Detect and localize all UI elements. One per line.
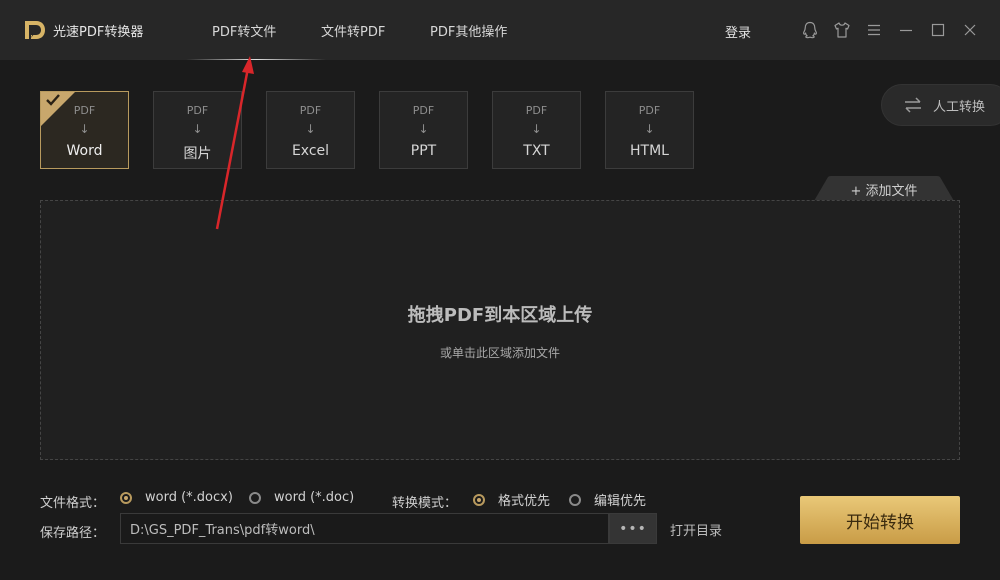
manual-convert-button[interactable]: 人工转换 — [881, 84, 1000, 126]
title-bar: 光速PDF转换器 PDF转文件 文件转PDF PDF其他操作 登录 — [0, 0, 1000, 60]
format-source-label: PDF — [299, 104, 322, 117]
open-directory-link[interactable]: 打开目录 — [670, 520, 722, 539]
file-format-label: 文件格式： — [40, 496, 106, 511]
manual-convert-label: 人工转换 — [933, 99, 986, 115]
format-card-ppt[interactable]: PDF ↓ PPT — [379, 91, 468, 169]
drop-zone[interactable]: 拖拽PDF到本区域上传 或单击此区域添加文件 — [40, 200, 960, 460]
menu-icon[interactable] — [863, 19, 885, 41]
logo-icon — [25, 21, 45, 39]
format-target-label: HTML — [630, 143, 669, 159]
login-link[interactable]: 登录 — [725, 22, 751, 41]
radio-indicator — [120, 491, 132, 504]
radio-indicator — [569, 493, 581, 506]
format-card-image[interactable]: PDF ↓ 图片 — [153, 91, 242, 169]
nav-tab-label: PDF其他操作 — [430, 24, 508, 40]
shirt-icon[interactable] — [831, 19, 853, 41]
radio-indicator — [249, 491, 261, 504]
qq-icon[interactable] — [799, 19, 821, 41]
radio-label: 编辑优先 — [594, 494, 647, 509]
add-file-text: 添加文件 — [865, 184, 918, 199]
radio-label: word (*.doc) — [274, 490, 355, 505]
format-source-label: PDF — [412, 104, 435, 117]
arrow-down-icon: ↓ — [192, 122, 203, 136]
close-icon[interactable] — [959, 19, 981, 41]
radio-doc[interactable]: word (*.doc) — [249, 490, 354, 505]
format-target-label: Excel — [291, 143, 330, 159]
format-source-label: PDF — [638, 104, 661, 117]
radio-label: 格式优先 — [498, 494, 551, 509]
save-path-input[interactable] — [120, 513, 609, 544]
plus-icon: + — [850, 184, 862, 199]
add-file-label: + 添加文件 — [814, 180, 954, 199]
format-source-label: PDF — [186, 104, 209, 117]
browse-button[interactable]: ••• — [609, 513, 657, 544]
format-target-label: PPT — [410, 143, 437, 159]
swap-icon — [902, 94, 924, 116]
format-card-txt[interactable]: PDF ↓ TXT — [492, 91, 581, 169]
format-card-html[interactable]: PDF ↓ HTML — [605, 91, 694, 169]
format-card-word[interactable]: PDF ↓ Word — [40, 91, 129, 169]
nav-tab-label: PDF转文件 — [212, 24, 277, 40]
format-target-label: 图片 — [183, 146, 212, 162]
radio-edit-first[interactable]: 编辑优先 — [569, 490, 646, 509]
arrow-down-icon: ↓ — [531, 122, 542, 136]
nav-active-indicator — [186, 59, 326, 60]
arrow-down-icon: ↓ — [305, 122, 316, 136]
nav-tab-label: 文件转PDF — [321, 24, 386, 40]
format-source-label: PDF — [525, 104, 548, 117]
minimize-icon[interactable] — [895, 19, 917, 41]
format-target-label: TXT — [523, 143, 550, 159]
app-title: 光速PDF转换器 — [53, 24, 144, 40]
arrow-down-icon: ↓ — [418, 122, 429, 136]
arrow-down-icon: ↓ — [644, 122, 655, 136]
format-source-label: PDF — [73, 104, 96, 117]
format-target-label: Word — [66, 143, 103, 159]
radio-docx[interactable]: word (*.docx) — [120, 490, 233, 505]
maximize-icon[interactable] — [927, 19, 949, 41]
drop-zone-subtitle: 或单击此区域添加文件 — [439, 346, 560, 360]
radio-label: word (*.docx) — [145, 490, 233, 505]
add-file-button[interactable]: + 添加文件 — [814, 176, 954, 201]
nav-tab-file-to-pdf[interactable]: 文件转PDF — [321, 0, 385, 60]
nav-tab-pdf-to-file[interactable]: PDF转文件 — [212, 0, 276, 60]
nav-tab-pdf-other[interactable]: PDF其他操作 — [430, 0, 507, 60]
format-card-excel[interactable]: PDF ↓ Excel — [266, 91, 355, 169]
convert-mode-label: 转换模式： — [392, 496, 458, 511]
start-convert-button[interactable]: 开始转换 — [800, 496, 960, 544]
drop-zone-title: 拖拽PDF到本区域上传 — [407, 305, 593, 326]
radio-format-first[interactable]: 格式优先 — [473, 490, 550, 509]
save-path-label: 保存路径： — [40, 526, 106, 541]
radio-indicator — [473, 493, 485, 506]
app-logo: 光速PDF转换器 — [22, 17, 143, 43]
arrow-down-icon: ↓ — [79, 122, 90, 136]
